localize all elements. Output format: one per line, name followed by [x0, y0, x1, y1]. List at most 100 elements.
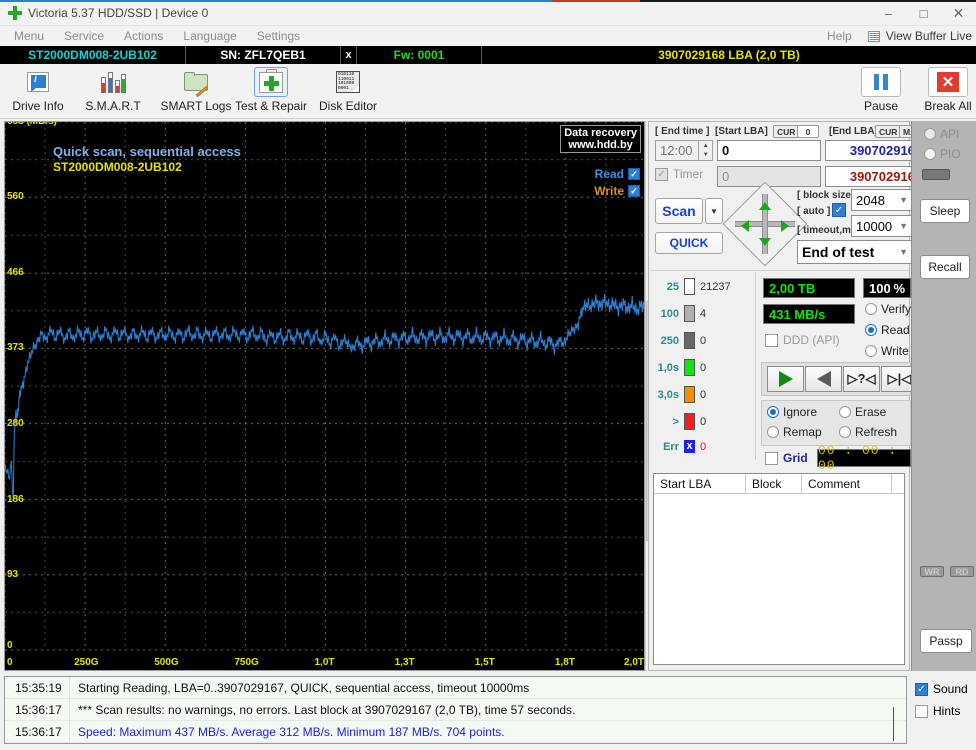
- y-tick-label: 280: [7, 417, 24, 429]
- maximize-icon[interactable]: □: [906, 0, 941, 26]
- play-button[interactable]: [767, 366, 804, 392]
- chevron-down-icon: ▼: [899, 195, 908, 205]
- action-remap-radio[interactable]: Remap: [767, 425, 822, 439]
- start-lba-cur-button[interactable]: CUR: [773, 125, 800, 138]
- drive-serial: SN: ZFL7QEB1: [186, 46, 341, 64]
- spinner-down-icon[interactable]: ▼: [699, 151, 712, 161]
- rd-button[interactable]: RD: [950, 566, 974, 577]
- ignore-radio-dot[interactable]: [767, 406, 779, 418]
- dpad-right-icon[interactable]: [781, 220, 789, 232]
- action-remap-label: Remap: [783, 425, 822, 439]
- write-toggle[interactable]: Write ✓: [594, 184, 640, 198]
- menu-item-service[interactable]: Service: [54, 29, 114, 43]
- spinner-up-icon[interactable]: ▲: [699, 141, 712, 151]
- col-comment[interactable]: Comment: [802, 474, 892, 493]
- timeout-select[interactable]: 10000 ▼: [851, 215, 913, 237]
- scan-button[interactable]: Scan: [655, 198, 703, 224]
- rewind-icon: [816, 371, 831, 387]
- log-row[interactable]: 15:36:17 Speed: Maximum 437 MB/s. Average…: [5, 720, 906, 743]
- log-row[interactable]: 15:35:19 Starting Reading, LBA=0..3907029…: [5, 677, 906, 699]
- legend-swatch: [684, 413, 695, 430]
- log-message: *** Scan results: no warnings, no errors…: [69, 698, 906, 721]
- smart-button[interactable]: S.M.A.R.T: [77, 67, 149, 117]
- end-of-test-select[interactable]: End of test ▼: [797, 240, 913, 264]
- timer-checkbox-box[interactable]: ✓: [655, 167, 668, 181]
- step-question-button[interactable]: ▷?◁: [843, 366, 880, 392]
- refresh-radio-dot[interactable]: [839, 426, 851, 438]
- sleep-button[interactable]: Sleep: [920, 199, 970, 223]
- scan-dropdown-button[interactable]: ▼: [705, 198, 723, 224]
- write-checkbox[interactable]: ✓: [628, 185, 640, 197]
- mode-write-radio[interactable]: Write: [865, 344, 909, 358]
- close-drive-button[interactable]: x: [341, 46, 357, 64]
- auto-checkbox[interactable]: ✓: [832, 203, 846, 217]
- erase-radio-dot[interactable]: [839, 406, 851, 418]
- recall-button[interactable]: Recall: [920, 255, 970, 279]
- action-refresh-radio[interactable]: Refresh: [839, 425, 897, 439]
- start-lba-min-button[interactable]: 0: [797, 125, 819, 138]
- grid-checkbox[interactable]: Grid: [765, 451, 808, 465]
- block-size-value: 2048: [856, 192, 885, 208]
- passp-button[interactable]: Passp: [920, 629, 972, 653]
- start-lba-input[interactable]: 0: [717, 140, 821, 161]
- mode-verify-radio[interactable]: Verify: [865, 302, 911, 316]
- read-radio-dot[interactable]: [865, 324, 877, 336]
- break-all-button[interactable]: ✕ Break All: [912, 67, 976, 117]
- pio-radio[interactable]: PIO: [924, 147, 961, 161]
- menu-item-settings[interactable]: Settings: [247, 29, 310, 43]
- log-panel[interactable]: 15:35:19 Starting Reading, LBA=0..3907029…: [4, 676, 907, 744]
- test-repair-button[interactable]: Test & Repair: [226, 67, 316, 117]
- col-start-lba[interactable]: Start LBA: [654, 474, 746, 493]
- pio-radio-dot[interactable]: [924, 148, 936, 160]
- read-toggle[interactable]: Read ✓: [595, 167, 640, 181]
- wr-button[interactable]: WR: [920, 566, 944, 577]
- capacity-display: 2,00 TB: [763, 278, 855, 298]
- api-radio-dot[interactable]: [924, 128, 936, 140]
- hints-checkbox-box[interactable]: [915, 704, 928, 718]
- scan-graph[interactable]: Quick scan, sequential access ST2000DM00…: [4, 121, 645, 671]
- drive-model: ST2000DM008-2UB102: [0, 46, 186, 64]
- ddd-api-checkbox-box[interactable]: [765, 333, 778, 347]
- dpad-down-icon[interactable]: [759, 238, 771, 246]
- menu-item-actions[interactable]: Actions: [114, 29, 173, 43]
- remap-radio-dot[interactable]: [767, 426, 779, 438]
- dpad-left-icon[interactable]: [741, 220, 749, 232]
- drive-info-button[interactable]: i Drive Info: [2, 67, 74, 117]
- verify-radio-dot[interactable]: [865, 303, 877, 315]
- read-checkbox[interactable]: ✓: [628, 168, 640, 180]
- dpad-control[interactable]: [722, 181, 808, 267]
- timeout-value: 10000: [856, 218, 893, 234]
- mode-read-radio[interactable]: Read: [865, 323, 910, 337]
- grid-checkbox-box[interactable]: [765, 451, 778, 465]
- end-lba-cur-button[interactable]: CUR: [875, 125, 902, 138]
- block-size-select[interactable]: 2048 ▼: [851, 189, 913, 211]
- sound-checkbox[interactable]: ✓ Sound: [915, 682, 968, 696]
- rewind-button[interactable]: [805, 366, 842, 392]
- action-ignore-radio[interactable]: Ignore: [767, 405, 817, 419]
- api-radio[interactable]: API: [924, 127, 959, 141]
- minimize-icon[interactable]: –: [871, 0, 906, 26]
- pause-button[interactable]: Pause: [845, 67, 917, 117]
- hints-checkbox[interactable]: Hints: [915, 704, 960, 718]
- close-icon[interactable]: ✕: [941, 0, 976, 26]
- menu-item-menu[interactable]: Menu: [4, 29, 54, 43]
- dpad-up-icon[interactable]: [759, 202, 771, 210]
- view-buffer-live-button[interactable]: View Buffer Live: [886, 29, 972, 43]
- disk-editor-button[interactable]: 010110 110011 101000 0001 Disk Editor: [305, 67, 391, 117]
- quick-button[interactable]: QUICK: [655, 232, 723, 254]
- action-erase-radio[interactable]: Erase: [839, 405, 886, 419]
- ddd-api-checkbox[interactable]: DDD (API): [765, 333, 840, 347]
- timer-label: Timer: [673, 167, 704, 181]
- end-time-spinner[interactable]: 12:00 ▲ ▼: [655, 140, 713, 161]
- defects-table[interactable]: Start LBA Block Comment: [653, 473, 905, 665]
- menu-item-help[interactable]: Help: [817, 29, 862, 43]
- menu-item-language[interactable]: Language: [173, 29, 246, 43]
- sound-checkbox-box[interactable]: ✓: [915, 682, 928, 696]
- log-caret: [893, 707, 894, 741]
- log-row[interactable]: 15:36:17 *** Scan results: no warnings, n…: [5, 698, 906, 721]
- col-block[interactable]: Block: [746, 474, 802, 493]
- timer-checkbox[interactable]: ✓ Timer: [655, 167, 703, 181]
- end-time-value[interactable]: 12:00: [656, 143, 698, 158]
- write-radio-dot[interactable]: [865, 345, 877, 357]
- start-lba-input-2[interactable]: 0: [717, 166, 821, 187]
